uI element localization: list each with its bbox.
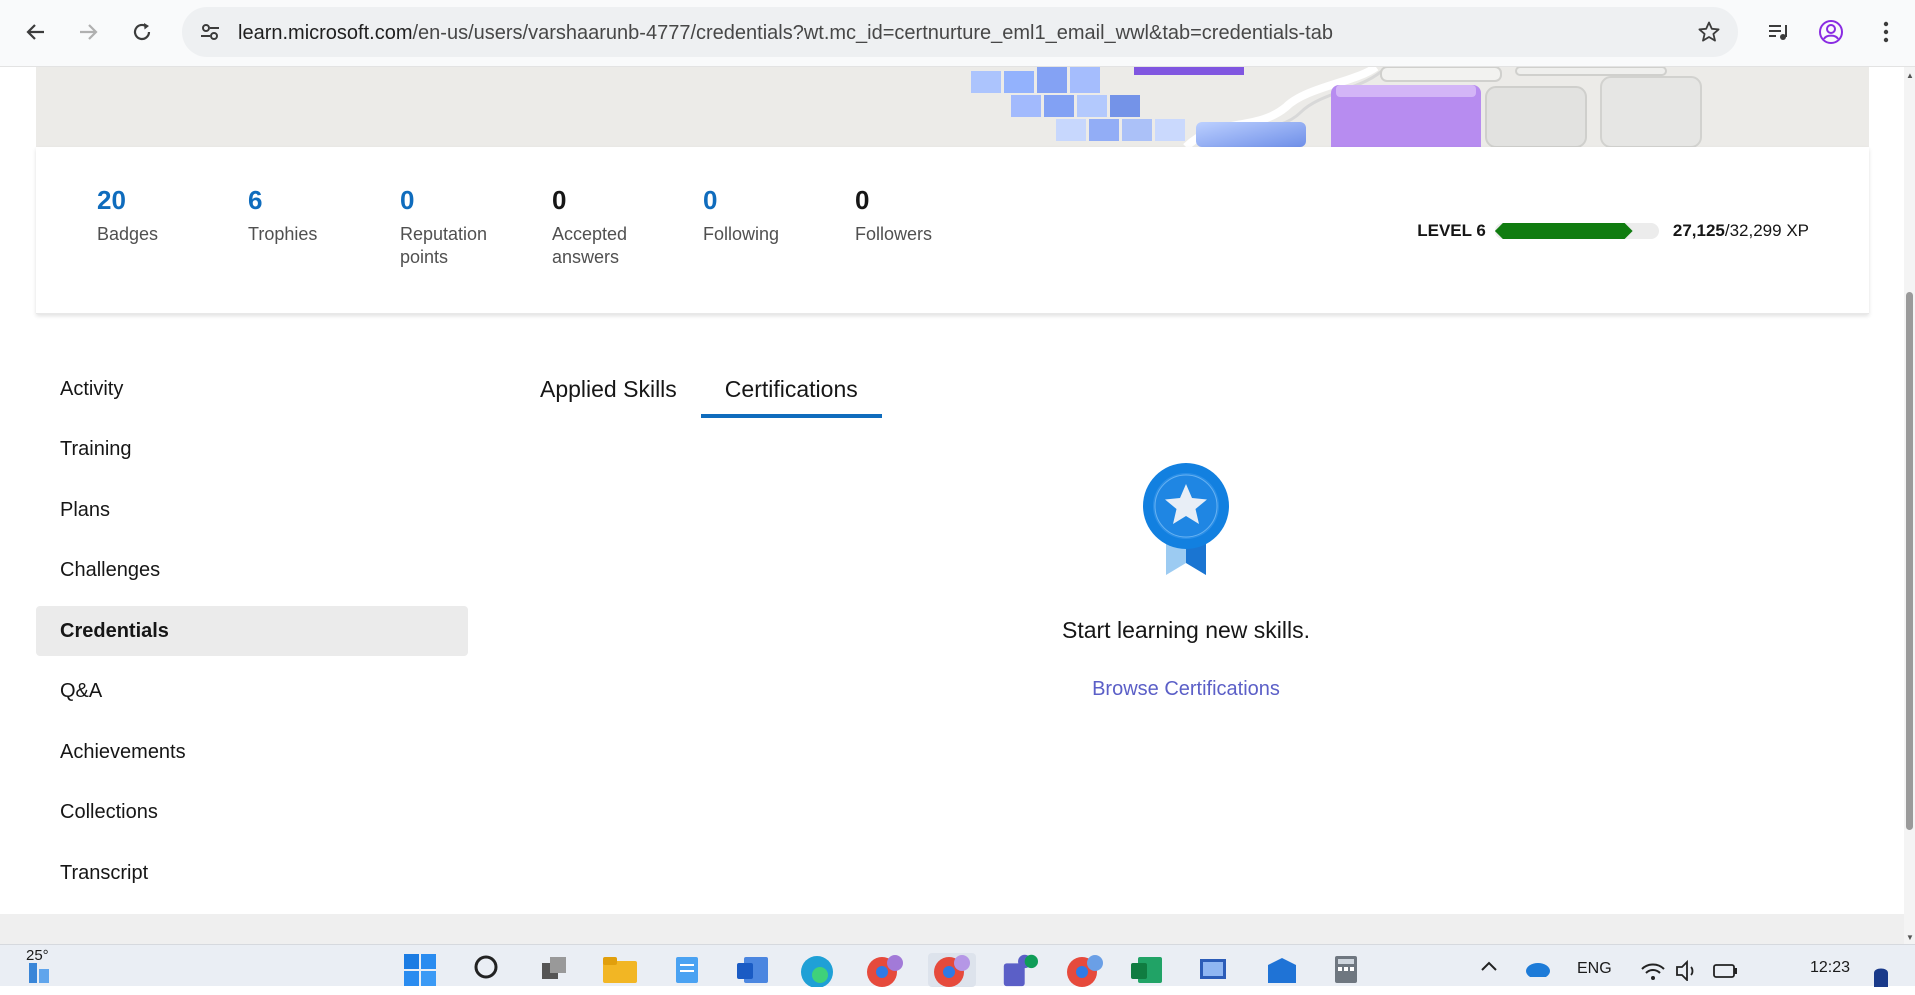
browser-toolbar: learn.microsoft.com/en-us/users/varshaar… [0,0,1915,67]
scrollbar-thumb[interactable] [1906,292,1913,830]
page-footer-strip [0,914,1904,944]
level-progress: LEVEL 6 27,125/32,299 XP [1417,221,1809,241]
app-icon-blue-cube[interactable] [1262,953,1300,987]
excel-icon[interactable] [1128,953,1166,987]
sidebar-item-collections[interactable]: Collections [36,788,468,838]
arrow-left-icon [26,24,44,40]
stat-accepted-answers: 0 Accepted answers [552,185,662,269]
xp-progress-fill [1495,223,1633,239]
credentials-tabs: Applied Skills Certifications [516,366,882,418]
stat-value: 0 [855,185,870,215]
reload-icon [133,23,151,41]
calculator-icon[interactable] [1327,953,1365,987]
clock-time[interactable]: 12:23 [1810,959,1850,977]
certifications-empty-state: Start learning new skills. Browse Certif… [1000,460,1372,701]
xp-total: /32,299 XP [1724,221,1809,240]
forward-button[interactable] [68,12,108,52]
stat-value: 0 [400,185,415,215]
tab-certifications[interactable]: Certifications [700,366,882,418]
sidebar-item-activity[interactable]: Activity [36,364,468,414]
task-view-icon[interactable] [535,953,573,987]
browse-certifications-link[interactable]: Browse Certifications [1092,678,1280,701]
more-menu-icon[interactable] [1866,12,1906,52]
stat-value: 0 [552,185,567,215]
search-icon[interactable] [468,953,506,987]
url-host: learn.microsoft.com [238,22,413,44]
back-button[interactable] [16,12,56,52]
scroll-up-icon[interactable]: ▲ [1906,71,1914,80]
stat-label: Accepted answers [552,224,628,267]
url-path: /en-us/users/varshaarunb-4777/credential… [412,22,1333,44]
sidebar-item-training[interactable]: Training [36,425,468,475]
edge-icon[interactable] [798,953,836,987]
banner-illustration [971,67,1702,147]
chrome-profile-1-icon[interactable] [866,953,904,987]
page-scrollbar[interactable]: ▲ ▼ [1904,67,1915,944]
site-info-icon[interactable] [194,16,226,48]
volume-icon[interactable] [1668,959,1706,993]
stat-label: Reputation points [400,224,488,267]
media-control-icon[interactable] [1758,12,1798,52]
stat-following[interactable]: 0 Following [703,185,813,246]
xp-text: 27,125/32,299 XP [1673,221,1809,241]
arrow-right-icon [80,24,98,40]
empty-state-message: Start learning new skills. [1062,617,1310,643]
profile-banner [36,67,1869,147]
windows-taskbar: 25° ENG 12:23 [0,944,1915,987]
weather-temperature[interactable]: 25° [26,947,49,964]
onedrive-icon[interactable] [1518,953,1556,987]
sidebar-item-credentials[interactable]: Credentials [36,606,468,656]
stat-label: Trophies [248,224,318,244]
stat-badges[interactable]: 20 Badges [97,185,207,246]
stat-value: 20 [97,185,126,215]
stat-trophies[interactable]: 6 Trophies [248,185,358,246]
remote-desktop-icon[interactable] [1195,953,1233,987]
profile-sidebar-nav: Activity Training Plans Challenges Crede… [36,364,468,909]
stat-label: Followers [855,224,933,244]
profile-stats-card: 20 Badges 6 Trophies 0 Reputation points… [36,147,1869,314]
sidebar-item-transcript[interactable]: Transcript [36,848,468,898]
stat-followers: 0 Followers [855,185,965,246]
word-icon[interactable] [734,953,772,987]
wifi-icon[interactable] [1634,959,1672,993]
sidebar-item-plans[interactable]: Plans [36,485,468,535]
file-explorer-icon[interactable] [601,953,639,987]
stat-label: Badges [97,224,159,244]
level-label: LEVEL 6 [1417,221,1486,240]
sidebar-item-qna[interactable]: Q&A [36,667,468,717]
profile-icon[interactable] [1811,12,1851,52]
stat-value: 0 [703,185,718,215]
xp-current: 27,125 [1672,221,1725,240]
stat-value: 6 [248,185,263,215]
address-bar[interactable]: learn.microsoft.com/en-us/users/varshaar… [182,7,1738,57]
reload-button[interactable] [122,12,162,52]
sidebar-item-achievements[interactable]: Achievements [36,727,468,777]
language-indicator[interactable]: ENG [1577,960,1612,978]
notepad-icon[interactable] [668,953,706,987]
chrome-profile-active-icon[interactable] [928,953,976,987]
battery-icon[interactable] [1706,959,1744,993]
stat-reputation-points[interactable]: 0 Reputation points [400,185,510,269]
scroll-down-icon[interactable]: ▼ [1906,933,1914,942]
windows-start-icon[interactable] [401,953,439,987]
teams-icon[interactable] [1000,953,1038,987]
bookmark-star-icon[interactable] [1694,17,1724,47]
sidebar-item-challenges[interactable]: Challenges [36,546,468,596]
xp-progress-bar [1494,223,1659,239]
stat-label: Following [703,224,780,244]
url-text[interactable]: learn.microsoft.com/en-us/users/varshaar… [238,22,1333,45]
notification-bell-icon[interactable] [1862,961,1900,995]
chrome-profile-3-icon[interactable] [1066,953,1104,987]
award-medal-icon [1143,463,1229,575]
chevron-up-icon[interactable] [1470,959,1508,993]
tab-applied-skills[interactable]: Applied Skills [516,366,701,418]
